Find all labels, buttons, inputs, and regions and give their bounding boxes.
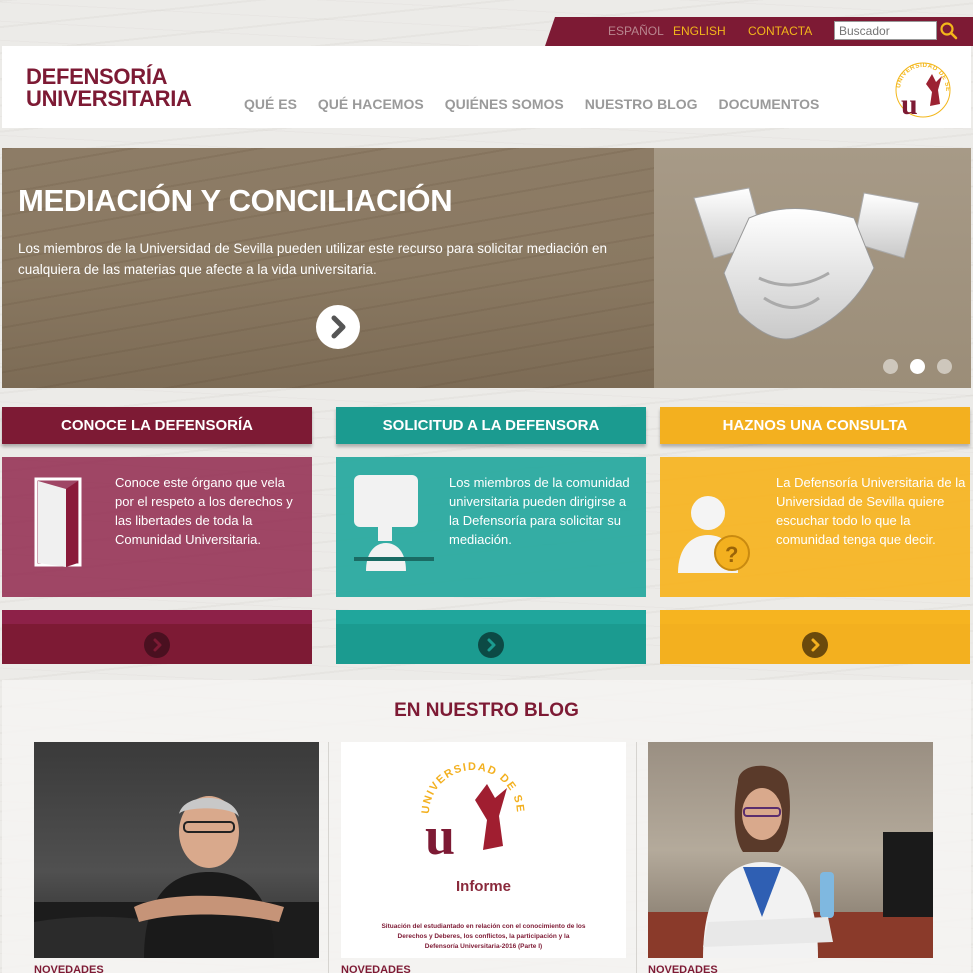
blog-post-2-category[interactable]: NOVEDADES [341,964,411,973]
site-brand[interactable]: DEFENSORÍA UNIVERSITARIA [26,66,192,110]
blog-title: EN NUESTRO BLOG [394,700,579,721]
hero-description: Los miembros de la Universidad de Sevill… [18,241,608,277]
card-solicitud-title[interactable]: SOLICITUD A LA DEFENSORA [336,407,646,444]
card-consulta-footer [660,610,970,664]
card-conoce-footer-edge [2,610,312,624]
chevron-right-icon [153,638,162,652]
chevron-right-icon [487,638,496,652]
card-solicitud-footer [336,610,646,664]
svg-text:u: u [425,806,455,866]
contact-link[interactable]: CONTACTA [748,24,812,38]
hero-title: MEDIACIÓN Y CONCILIACIÓN [18,183,453,218]
blog-separator [636,742,637,973]
university-logo[interactable]: UNIVERSIDAD DE SEVILLA u [892,56,954,120]
card-consulta-body: ? La Defensoría Universitaria de la Univ… [660,457,970,597]
card-consulta-footer-edge [660,610,970,624]
brand-line-1: DEFENSORÍA [26,64,168,89]
hero-slider: MEDIACIÓN Y CONCILIACIÓN Los miembros de… [2,148,971,388]
card-conoce-button[interactable] [144,632,170,658]
blog-post-3-image[interactable] [648,742,933,958]
blog-post-1-category[interactable]: NOVEDADES [34,964,104,973]
card-solicitud-text: Los miembros de la comunidad universitar… [449,475,630,547]
handshake-icon [693,187,920,340]
door-icon [34,477,82,567]
blog-post-2-image[interactable]: UNIVERSIDAD DE SEVILLA u Informe Situaci… [341,742,626,958]
hero-image-panel [654,148,971,388]
hero-next-button[interactable] [316,305,360,349]
svg-text:?: ? [725,542,738,567]
nav-documentos[interactable]: DOCUMENTOS [719,96,820,112]
search-input[interactable] [834,21,937,40]
brand-line-2: UNIVERSITARIA [26,86,192,111]
report-title: Informe [455,878,511,895]
slider-dot-3[interactable] [937,359,952,374]
language-spanish-link[interactable]: ESPAÑOL [608,24,664,38]
slider-dot-2[interactable] [910,359,925,374]
site-header: DEFENSORÍA UNIVERSITARIA QUÉ ES QUÉ HACE… [2,46,971,128]
card-conoce-title[interactable]: CONOCE LA DEFENSORÍA [2,407,312,444]
card-conoce-footer [2,610,312,664]
blog-separator [328,742,329,973]
svg-text:u: u [901,88,918,120]
speaker-icon [354,475,434,571]
person-photo-icon [648,765,933,958]
nav-nuestro-blog[interactable]: NUESTRO BLOG [585,96,698,112]
nav-que-es[interactable]: QUÉ ES [244,96,297,112]
main-nav: QUÉ ES QUÉ HACEMOS QUIÉNES SOMOS NUESTRO… [244,96,840,112]
card-consulta-title[interactable]: HAZNOS UNA CONSULTA [660,407,970,444]
card-conoce-text: Conoce este órgano que vela por el respe… [115,475,293,547]
blog-post-1-image[interactable] [34,742,319,958]
card-conoce-body: Conoce este órgano que vela por el respe… [2,457,312,597]
university-logo: UNIVERSIDAD DE SEVILLA u [413,750,526,866]
svg-text:UNIVERSIDAD DE SEVILLA: UNIVERSIDAD DE SEVILLA [413,750,526,814]
language-english-link[interactable]: ENGLISH [673,24,726,38]
chevron-right-icon [331,315,346,339]
user-question-icon: ? [678,496,750,573]
person-photo-icon [34,796,319,958]
nav-que-hacemos[interactable]: QUÉ HACEMOS [318,96,424,112]
blog-post-3-category[interactable]: NOVEDADES [648,964,718,973]
card-solicitud-footer-edge [336,610,646,624]
card-consulta-button[interactable] [802,632,828,658]
card-solicitud-button[interactable] [478,632,504,658]
slider-dot-1[interactable] [883,359,898,374]
search-button[interactable] [938,20,960,42]
card-solicitud-body: Los miembros de la comunidad universitar… [336,457,646,597]
search-icon [940,22,958,40]
nav-quienes-somos[interactable]: QUIÉNES SOMOS [445,96,564,112]
blog-section: EN NUESTRO BLOG NOVEDADES UNIVERSIDAD DE… [2,680,971,973]
slider-pagination [883,359,952,374]
report-caption: Situación del estudiantado en relación c… [381,923,586,950]
chevron-right-icon [811,638,820,652]
card-consulta-text: La Defensoría Universitaria de la Univer… [776,475,966,547]
